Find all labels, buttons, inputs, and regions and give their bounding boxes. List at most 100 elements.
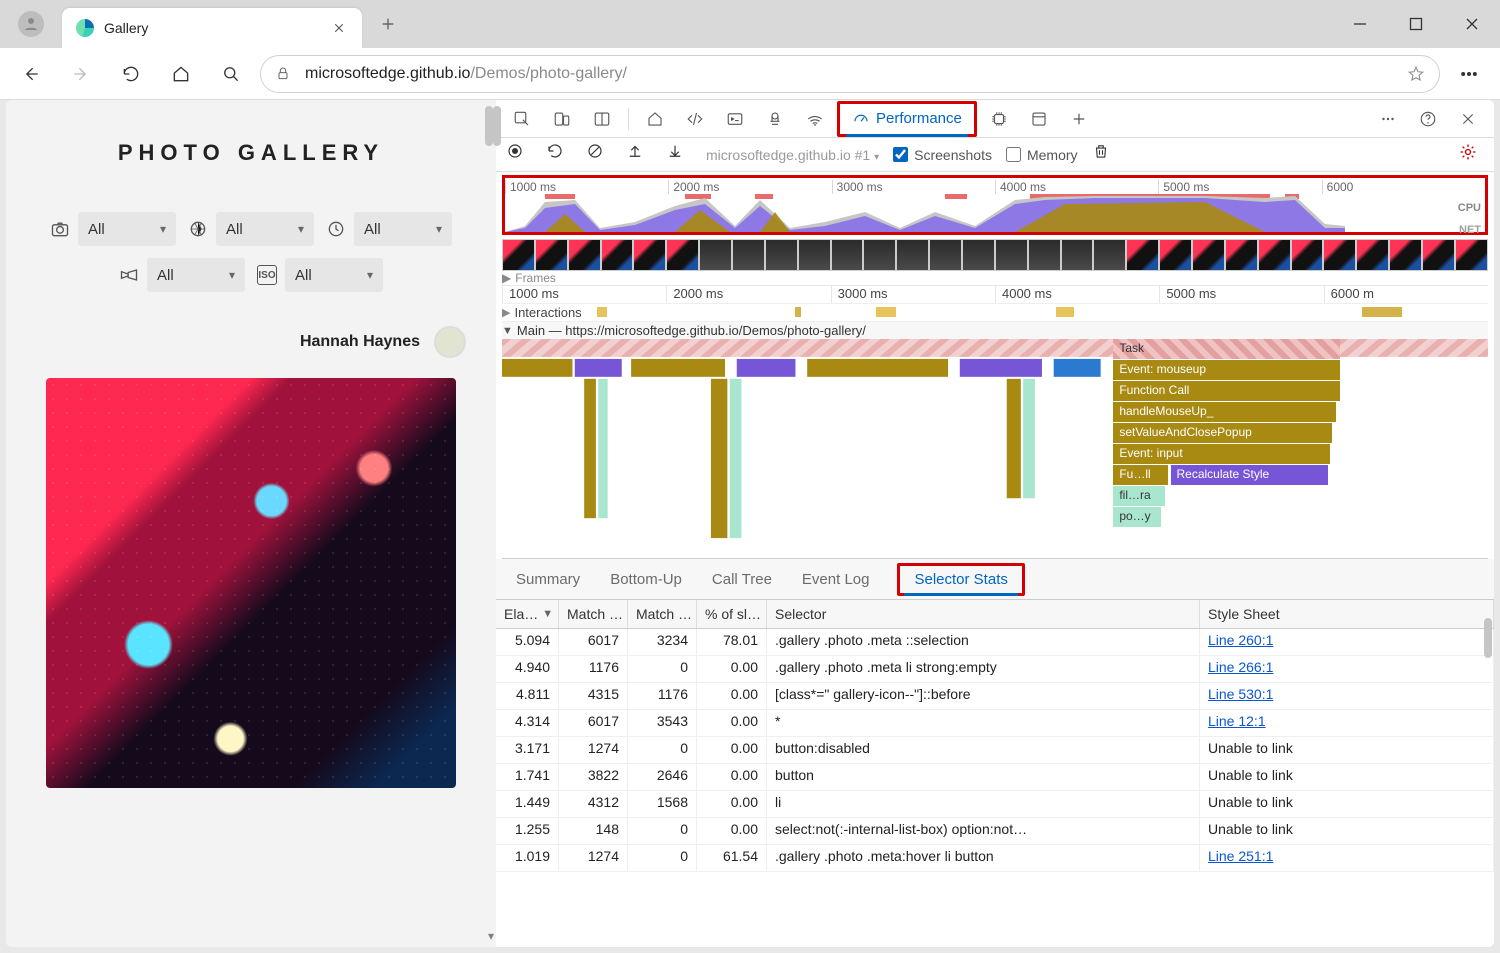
iso-filter-select[interactable]: All▾ xyxy=(285,258,383,292)
tab-selector-stats[interactable]: Selector Stats xyxy=(897,563,1024,596)
screenshot-frame[interactable] xyxy=(1389,239,1422,271)
selector-stats-body[interactable]: 5.0946017323478.01.gallery .photo .meta … xyxy=(496,629,1494,872)
screenshot-frame[interactable] xyxy=(601,239,634,271)
table-row[interactable]: 3.171127400.00button:disabledUnable to l… xyxy=(496,737,1494,764)
maximize-button[interactable] xyxy=(1388,0,1444,48)
camera-filter-select[interactable]: All▾ xyxy=(78,212,176,246)
screenshot-frame[interactable] xyxy=(1126,239,1159,271)
col-selector[interactable]: Selector xyxy=(767,600,1200,628)
table-row[interactable]: 1.449431215680.00liUnable to link xyxy=(496,791,1494,818)
cell-stylesheet[interactable]: Line 251:1 xyxy=(1200,845,1494,871)
new-tab-button[interactable] xyxy=(368,4,408,44)
tab-summary[interactable]: Summary xyxy=(514,565,582,594)
author-avatar[interactable] xyxy=(434,326,466,358)
flame-poy[interactable]: po…y xyxy=(1113,507,1160,527)
cell-stylesheet[interactable]: Line 530:1 xyxy=(1200,683,1494,709)
sources-tab-icon[interactable] xyxy=(757,101,793,137)
screenshot-frame[interactable] xyxy=(1093,239,1126,271)
search-button[interactable] xyxy=(210,53,252,95)
screenshot-frame[interactable] xyxy=(732,239,765,271)
browser-menu-button[interactable] xyxy=(1448,53,1490,95)
load-profile-button[interactable] xyxy=(626,142,652,168)
screenshot-frame[interactable] xyxy=(699,239,732,271)
col-elapsed[interactable]: Ela…▼ xyxy=(496,600,559,628)
screenshot-frame[interactable] xyxy=(831,239,864,271)
screenshot-frame[interactable] xyxy=(1258,239,1291,271)
tab-event-log[interactable]: Event Log xyxy=(800,565,872,594)
flame-full[interactable]: Fu…ll xyxy=(1113,465,1167,485)
minimize-button[interactable] xyxy=(1332,0,1388,48)
screenshot-frame[interactable] xyxy=(1291,239,1324,271)
device-toggle-icon[interactable] xyxy=(544,101,580,137)
screenshot-frame[interactable] xyxy=(1455,239,1488,271)
application-tab-icon[interactable] xyxy=(1021,101,1057,137)
screenshot-frame[interactable] xyxy=(995,239,1028,271)
col-pct-slow[interactable]: % of sl… xyxy=(697,600,767,628)
cell-stylesheet[interactable]: Line 12:1 xyxy=(1200,710,1494,736)
screenshot-frame[interactable] xyxy=(1323,239,1356,271)
frames-track-header[interactable]: ▶Frames xyxy=(502,271,1488,285)
refresh-button[interactable] xyxy=(110,53,152,95)
inspect-element-icon[interactable] xyxy=(504,101,540,137)
screenshot-frame[interactable] xyxy=(666,239,699,271)
exposure-filter-select[interactable]: All▾ xyxy=(354,212,452,246)
flame-chart[interactable]: Task Event: mouseup Function Call handle… xyxy=(502,339,1488,559)
col-stylesheet[interactable]: Style Sheet xyxy=(1200,600,1494,628)
flame-setvalue[interactable]: setValueAndClosePopup xyxy=(1113,423,1332,443)
screenshot-frame[interactable] xyxy=(929,239,962,271)
screenshot-frame[interactable] xyxy=(1061,239,1094,271)
screenshot-frame[interactable] xyxy=(535,239,568,271)
flame-recalc-style[interactable]: Recalculate Style xyxy=(1171,465,1329,485)
flame-filra[interactable]: fil…ra xyxy=(1113,486,1164,506)
console-tab-icon[interactable] xyxy=(717,101,753,137)
forward-button[interactable] xyxy=(60,53,102,95)
interactions-track[interactable]: ▶Interactions xyxy=(502,303,1488,321)
col-match-count[interactable]: Match … xyxy=(628,600,697,628)
gc-button[interactable] xyxy=(1092,142,1118,168)
flame-function-call[interactable]: Function Call xyxy=(1113,381,1340,401)
screenshot-frame[interactable] xyxy=(633,239,666,271)
browser-tab[interactable]: Gallery xyxy=(62,8,362,48)
memory-checkbox[interactable]: Memory xyxy=(1006,147,1078,163)
elements-tab-icon[interactable] xyxy=(677,101,713,137)
screenshot-frame[interactable] xyxy=(568,239,601,271)
screenshot-frame[interactable] xyxy=(765,239,798,271)
screenshots-checkbox[interactable]: Screenshots xyxy=(893,147,992,163)
screenshot-frame[interactable] xyxy=(1225,239,1258,271)
timeline-ruler[interactable]: 1000 ms2000 ms3000 ms4000 ms5000 ms6000 … xyxy=(502,285,1488,303)
cell-stylesheet[interactable]: Line 266:1 xyxy=(1200,656,1494,682)
tab-close-button[interactable] xyxy=(330,19,348,37)
col-match-attempts[interactable]: Match … xyxy=(559,600,628,628)
flame-task[interactable]: Task xyxy=(1113,339,1340,359)
dock-side-icon[interactable] xyxy=(584,101,620,137)
tab-bottom-up[interactable]: Bottom-Up xyxy=(608,565,684,594)
screenshot-frame[interactable] xyxy=(1192,239,1225,271)
screenshot-frame[interactable] xyxy=(1159,239,1192,271)
clear-button[interactable] xyxy=(586,142,612,168)
site-scrollbar[interactable] xyxy=(485,106,493,146)
screenshot-frame[interactable] xyxy=(863,239,896,271)
table-row[interactable]: 4.940117600.00.gallery .photo .meta li s… xyxy=(496,656,1494,683)
flame-handle-mouseup[interactable]: handleMouseUp_ xyxy=(1113,402,1336,422)
screenshot-frame[interactable] xyxy=(896,239,929,271)
aperture-filter-select[interactable]: All▾ xyxy=(216,212,314,246)
screenshot-frame[interactable] xyxy=(798,239,831,271)
network-tab-icon[interactable] xyxy=(797,101,833,137)
tab-call-tree[interactable]: Call Tree xyxy=(710,565,774,594)
save-profile-button[interactable] xyxy=(666,142,692,168)
devtools-menu-icon[interactable] xyxy=(1370,101,1406,137)
gallery-photo[interactable] xyxy=(46,378,456,788)
more-tabs-icon[interactable] xyxy=(1061,101,1097,137)
close-devtools-icon[interactable] xyxy=(1450,101,1486,137)
address-bar[interactable]: microsoftedge.github.io/Demos/photo-gall… xyxy=(260,55,1440,93)
recording-name[interactable]: microsoftedge.github.io #1 ▾ xyxy=(706,147,879,163)
performance-overview[interactable]: 1000 ms2000 ms3000 ms4000 ms5000 ms6000 … xyxy=(502,175,1488,235)
profile-avatar[interactable] xyxy=(18,11,44,37)
help-icon[interactable] xyxy=(1410,101,1446,137)
screenshot-frame[interactable] xyxy=(502,239,535,271)
reload-record-button[interactable] xyxy=(546,142,572,168)
memory-tab-icon[interactable] xyxy=(981,101,1017,137)
screenshot-strip[interactable] xyxy=(502,239,1488,271)
main-thread-header[interactable]: ▼Main — https://microsoftedge.github.io/… xyxy=(502,321,1488,339)
record-button[interactable] xyxy=(506,142,532,168)
